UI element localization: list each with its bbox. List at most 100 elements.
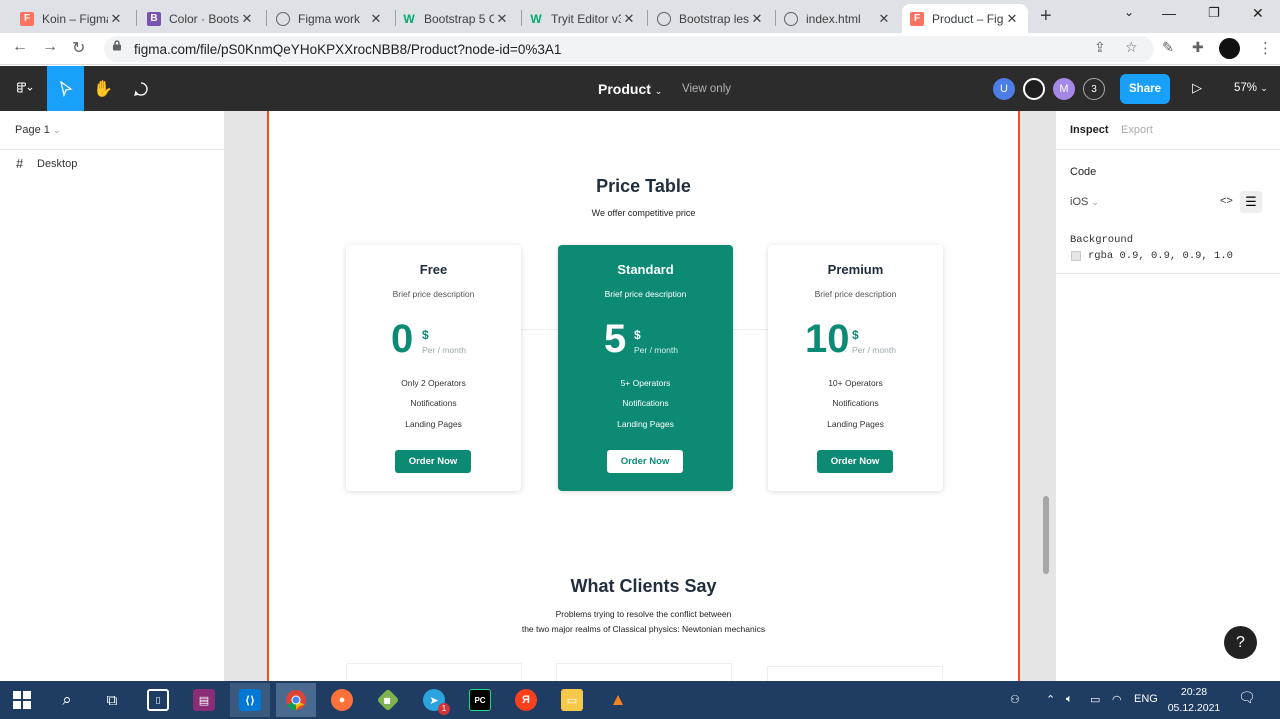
color-swatch <box>1071 251 1081 261</box>
order-now-button[interactable]: Order Now <box>817 450 893 473</box>
close-icon[interactable]: ✕ <box>749 11 765 27</box>
page-selector[interactable]: Page 1 ⌄ <box>15 124 60 136</box>
lock-icon[interactable] <box>112 40 122 51</box>
vscode-icon[interactable]: ⟨⟩ <box>230 683 270 717</box>
close-icon[interactable]: ✕ <box>368 11 384 27</box>
address-bar[interactable]: figma.com/file/pS0KnmQeYHoKPXXrocNBB8/Pr… <box>104 36 1154 62</box>
move-tool-icon[interactable] <box>47 66 84 111</box>
speaker-icon[interactable]: 🔈︎ <box>1066 693 1073 706</box>
chevron-down-icon: ⌄ <box>654 86 663 96</box>
tab-title: Bootstrap les <box>679 11 749 26</box>
reload-icon[interactable]: ↻ <box>72 38 85 58</box>
clock-time[interactable]: 20:28 <box>1168 686 1220 698</box>
plan-description: Brief price description <box>814 289 897 299</box>
winrar-icon[interactable]: ▤ <box>184 683 224 717</box>
firefox-icon[interactable]: ● <box>322 683 362 717</box>
tab-title: Tryit Editor v3 <box>551 11 621 26</box>
close-icon[interactable]: ✕ <box>494 11 510 27</box>
restore-icon[interactable]: ❐ <box>1208 5 1220 21</box>
testimonial-card[interactable] <box>556 663 732 681</box>
browser-tab-0[interactable]: F Koin – Figma ✕ <box>12 4 132 33</box>
share-page-icon[interactable]: ⇪ <box>1094 39 1106 56</box>
extension-icon[interactable]: ✎ <box>1162 39 1174 56</box>
close-icon[interactable]: ✕ <box>1004 11 1020 27</box>
plan-period: Per / month <box>634 345 678 355</box>
puzzle-icon[interactable]: ✚ <box>1192 39 1204 56</box>
avatar[interactable]: U <box>993 78 1015 100</box>
kebab-menu-icon[interactable]: ⋮ <box>1258 39 1273 57</box>
close-icon[interactable]: ✕ <box>239 11 255 27</box>
platform-dropdown[interactable]: iOS ⌄ <box>1070 196 1099 208</box>
browser-tab-active[interactable]: F Product – Fig ✕ <box>902 4 1028 33</box>
app-window-icon[interactable]: ▯ <box>138 683 178 717</box>
order-now-button[interactable]: Order Now <box>607 450 683 473</box>
new-tab-button[interactable]: + <box>1040 5 1052 28</box>
share-button[interactable]: Share <box>1120 74 1170 104</box>
w3schools-icon: W <box>530 11 542 26</box>
file-name[interactable]: Product ⌄ <box>598 81 662 97</box>
code-view-icon[interactable]: <> <box>1220 195 1233 207</box>
pycharm-icon[interactable]: PC <box>460 683 500 717</box>
vlc-icon[interactable]: ▲ <box>598 683 638 717</box>
more-users-badge[interactable]: 3 <box>1083 78 1105 100</box>
layer-item-desktop[interactable]: Desktop <box>37 158 77 170</box>
browser-tab-4[interactable]: W Tryit Editor v3 ✕ <box>521 4 645 33</box>
plan-currency: $ <box>422 328 429 342</box>
browser-tab-1[interactable]: B Color · Bootst ✕ <box>139 4 263 33</box>
yandex-icon[interactable]: Я <box>506 683 546 717</box>
testimonial-card[interactable] <box>767 666 943 681</box>
testimonial-card[interactable] <box>346 663 522 681</box>
profile-avatar[interactable] <box>1219 38 1240 59</box>
telegram-icon[interactable]: ➤ 1 <box>414 683 454 717</box>
battery-icon[interactable]: ▭ <box>1090 693 1100 706</box>
clock-date[interactable]: 05.12.2021 <box>1164 702 1224 714</box>
background-value[interactable]: rgba 0.9, 0.9, 0.9, 1.0 <box>1088 250 1233 262</box>
inspect-panel: Inspect Export Code iOS ⌄ <> ☰ Backgroun… <box>1055 111 1280 681</box>
plan-name: Premium <box>827 262 884 277</box>
chevron-up-icon[interactable]: ⌃ <box>1046 693 1055 706</box>
avatar[interactable] <box>1023 78 1045 100</box>
tab-inspect[interactable]: Inspect <box>1070 124 1109 136</box>
bookmark-star-icon[interactable]: ☆ <box>1125 39 1138 56</box>
people-icon[interactable]: ⚇ <box>1010 693 1020 706</box>
price-card-free[interactable]: Free Brief price description 0 $ Per / m… <box>346 245 521 491</box>
git-icon[interactable]: ◆ <box>368 683 408 717</box>
close-icon[interactable]: ✕ <box>876 11 892 27</box>
action-center-icon[interactable]: 🗨︎ <box>1238 689 1256 706</box>
figma-menu-icon[interactable] <box>6 66 42 111</box>
tab-search-icon[interactable]: ⌄ <box>1124 5 1134 19</box>
forward-icon[interactable]: → <box>42 38 58 56</box>
browser-tab-5[interactable]: Bootstrap les ✕ <box>649 4 773 33</box>
present-play-icon[interactable]: ▷ <box>1192 80 1202 96</box>
page-name: Page 1 <box>15 124 50 136</box>
canvas-scrollbar[interactable] <box>1043 496 1049 574</box>
chrome-icon[interactable] <box>276 683 316 717</box>
plan-currency: $ <box>852 328 859 342</box>
comment-tool-icon[interactable] <box>128 66 154 111</box>
price-card-premium[interactable]: Premium Brief price description 10 $ Per… <box>768 245 943 491</box>
task-view-icon[interactable]: ⧉ <box>92 683 132 717</box>
language-indicator[interactable]: ENG <box>1134 693 1158 705</box>
search-icon[interactable]: ⌕ <box>47 683 87 717</box>
list-view-icon[interactable]: ☰ <box>1240 191 1262 213</box>
hand-tool-icon[interactable]: ✋ <box>90 66 116 111</box>
tab-export[interactable]: Export <box>1121 124 1153 136</box>
browser-tab-2[interactable]: Figma work ✕ <box>268 4 392 33</box>
browser-tab-3[interactable]: W Bootstrap 5 C ✕ <box>394 4 518 33</box>
design-canvas[interactable]: Price Table We offer competitive price F… <box>225 111 1055 681</box>
close-window-icon[interactable]: ✕ <box>1252 5 1264 22</box>
file-explorer-icon[interactable]: ▭ <box>552 683 592 717</box>
back-icon[interactable]: ← <box>12 38 28 56</box>
price-card-standard[interactable]: Standard Brief price description 5 $ Per… <box>558 245 733 491</box>
close-icon[interactable]: ✕ <box>621 11 637 27</box>
help-button[interactable]: ? <box>1224 626 1257 659</box>
minimize-icon[interactable]: — <box>1162 5 1176 21</box>
browser-tab-6[interactable]: index.html ✕ <box>776 4 900 33</box>
desktop-frame[interactable]: Price Table We offer competitive price F… <box>267 111 1020 681</box>
order-now-button[interactable]: Order Now <box>395 450 471 473</box>
close-icon[interactable]: ✕ <box>108 11 124 27</box>
avatar[interactable]: M <box>1053 78 1075 100</box>
windows-start-icon[interactable] <box>2 683 42 717</box>
zoom-dropdown[interactable]: 57% ⌄ <box>1234 82 1268 94</box>
wifi-icon[interactable]: ◠ <box>1112 693 1122 706</box>
